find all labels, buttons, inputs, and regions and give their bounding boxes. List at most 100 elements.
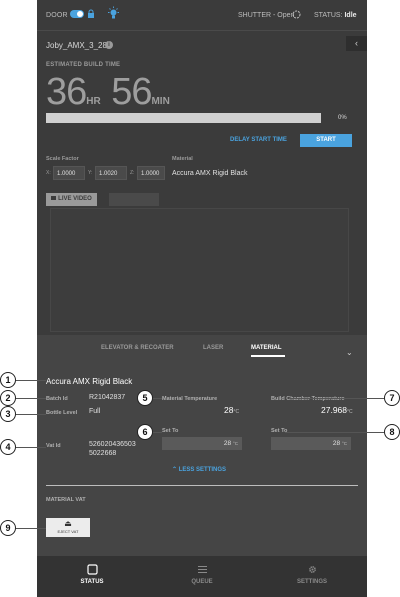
callout-line-4: [16, 447, 46, 448]
less-settings-button[interactable]: ⌃ LESS SETTINGS: [172, 466, 226, 473]
camera-icon: [51, 196, 57, 201]
status-prefix: STATUS:: [314, 12, 343, 19]
list-icon: [197, 565, 207, 574]
callout-line-7: [290, 398, 384, 399]
callout-line-8: [285, 432, 384, 433]
tab-laser[interactable]: LASER: [203, 345, 223, 351]
callout-2: 2: [0, 390, 16, 406]
set-chamber-temp-unit: °C: [341, 441, 347, 446]
estimated-build-time-label: ESTIMATED BUILD TIME: [46, 62, 121, 68]
shutter-status: SHUTTER - Open: [238, 12, 295, 19]
square-icon: [86, 564, 98, 575]
door-toggle[interactable]: [70, 10, 84, 18]
minutes-value: 56: [111, 71, 152, 113]
printer-status: STATUS: Idle: [314, 12, 357, 19]
live-video-label: LIVE VIDEO: [58, 196, 92, 202]
material-temperature-unit: °C: [233, 409, 240, 415]
set-chamber-temp-input[interactable]: 28 °C: [271, 437, 351, 450]
light-bulb-icon[interactable]: [107, 6, 120, 21]
callout-4: 4: [0, 439, 16, 455]
callout-6: 6: [137, 424, 153, 440]
set-material-temp-label: Set To: [162, 428, 179, 434]
callout-line-9: [16, 528, 46, 529]
delay-start-button[interactable]: DELAY START TIME: [230, 137, 287, 143]
chevron-down-icon[interactable]: ⌄: [346, 348, 353, 357]
collapse-button[interactable]: ‹: [346, 36, 367, 51]
eject-icon: ⏏: [64, 519, 72, 528]
scale-z-label: Z:: [130, 170, 135, 176]
chamber-temperature-label: Build Chamber Temperature: [271, 396, 345, 402]
callout-3: 3: [0, 406, 16, 422]
scale-y-input[interactable]: 1.0020: [95, 166, 127, 180]
disabled-video-button: [109, 193, 159, 206]
minutes-unit: MIN: [151, 96, 170, 107]
vat-id-line2: 5022668: [89, 450, 117, 457]
scale-x-label: X:: [46, 170, 51, 176]
progress-percent: 0%: [338, 115, 347, 121]
bottom-navigation: STATUS QUEUE SETTINGS: [37, 556, 367, 597]
gear-icon: [308, 566, 316, 573]
set-material-temp-unit: °C: [232, 441, 238, 446]
callout-5: 5: [137, 390, 153, 406]
nav-status-label: STATUS: [80, 579, 104, 585]
job-name: Joby_AMX_3_28: [46, 41, 107, 50]
chamber-temperature-number: 27.968: [321, 405, 347, 415]
top-divider: [37, 30, 367, 31]
material-vat-label: MATERIAL VAT: [46, 497, 86, 503]
set-material-temp-value: 28: [223, 440, 232, 447]
door-label: DOOR: [46, 12, 68, 19]
video-preview-area: [50, 208, 349, 332]
scale-factor-label: Scale Factor: [46, 156, 79, 162]
chamber-temperature-value: 27.968°C: [321, 405, 353, 415]
chamber-temperature-unit: °C: [347, 409, 353, 415]
nav-settings[interactable]: SETTINGS: [257, 556, 367, 597]
spinner-icon: [292, 10, 301, 19]
set-material-temp-input[interactable]: 28 °C: [162, 437, 242, 450]
material-temperature-value: 28°C: [224, 405, 239, 415]
nav-queue-label: QUEUE: [191, 579, 213, 585]
nav-queue[interactable]: QUEUE: [147, 556, 257, 597]
build-progress-bar: [46, 113, 321, 123]
build-time: 36HR 56MIN: [46, 71, 176, 114]
scale-y-label: Y:: [88, 170, 93, 176]
callout-line-2: [16, 398, 46, 399]
info-icon[interactable]: i: [105, 41, 113, 49]
scale-z-input[interactable]: 1.0000: [137, 166, 165, 180]
lock-icon: [88, 9, 94, 18]
nav-settings-label: SETTINGS: [296, 579, 327, 585]
set-chamber-temp-value: 28: [332, 440, 341, 447]
bottle-level-label: Bottle Level: [46, 410, 78, 416]
batch-id-label: Batch Id: [46, 396, 68, 402]
bottle-level-value: Full: [89, 408, 101, 415]
material-name: Accura AMX Rigid Black: [46, 377, 133, 386]
settings-panel: ELEVATOR & RECOATER LASER MATERIAL ⌄ Acc…: [37, 335, 367, 556]
less-settings-label: LESS SETTINGS: [178, 467, 227, 473]
eject-vat-label: EJECT VAT: [57, 529, 79, 534]
material-label: Material: [172, 156, 193, 162]
callout-7: 7: [384, 390, 400, 406]
material-value: Accura AMX Rigid Black: [172, 170, 248, 177]
panel-divider: [46, 485, 358, 486]
hours-value: 36: [46, 71, 87, 113]
tab-elevator-recoater[interactable]: ELEVATOR & RECOATER: [101, 345, 174, 351]
callout-9: 9: [0, 520, 16, 536]
batch-id-value: R21042837: [89, 394, 126, 401]
status-value: Idle: [344, 12, 357, 19]
callout-line-3: [16, 414, 46, 415]
material-temperature-label: Material Temperature: [162, 396, 218, 402]
eject-vat-button[interactable]: ⏏ EJECT VAT: [46, 518, 90, 537]
callout-line-1: [16, 380, 46, 381]
live-video-button[interactable]: LIVE VIDEO: [46, 193, 97, 206]
set-chamber-temp-label: Set To: [271, 428, 288, 434]
scale-x-input[interactable]: 1.0000: [53, 166, 85, 180]
printer-app: DOOR SHUTTER - Open STATUS: Idle Joby_AM…: [37, 0, 367, 597]
vat-id-label: Vat Id: [46, 443, 61, 449]
hours-unit: HR: [86, 96, 101, 107]
vat-id-line1: 526020436503: [89, 441, 136, 448]
tab-material[interactable]: MATERIAL: [251, 345, 282, 351]
callout-1: 1: [0, 372, 16, 388]
callout-8: 8: [384, 424, 400, 440]
nav-status[interactable]: STATUS: [37, 556, 147, 597]
start-button[interactable]: START: [300, 134, 352, 147]
active-tab-indicator: [251, 355, 285, 357]
